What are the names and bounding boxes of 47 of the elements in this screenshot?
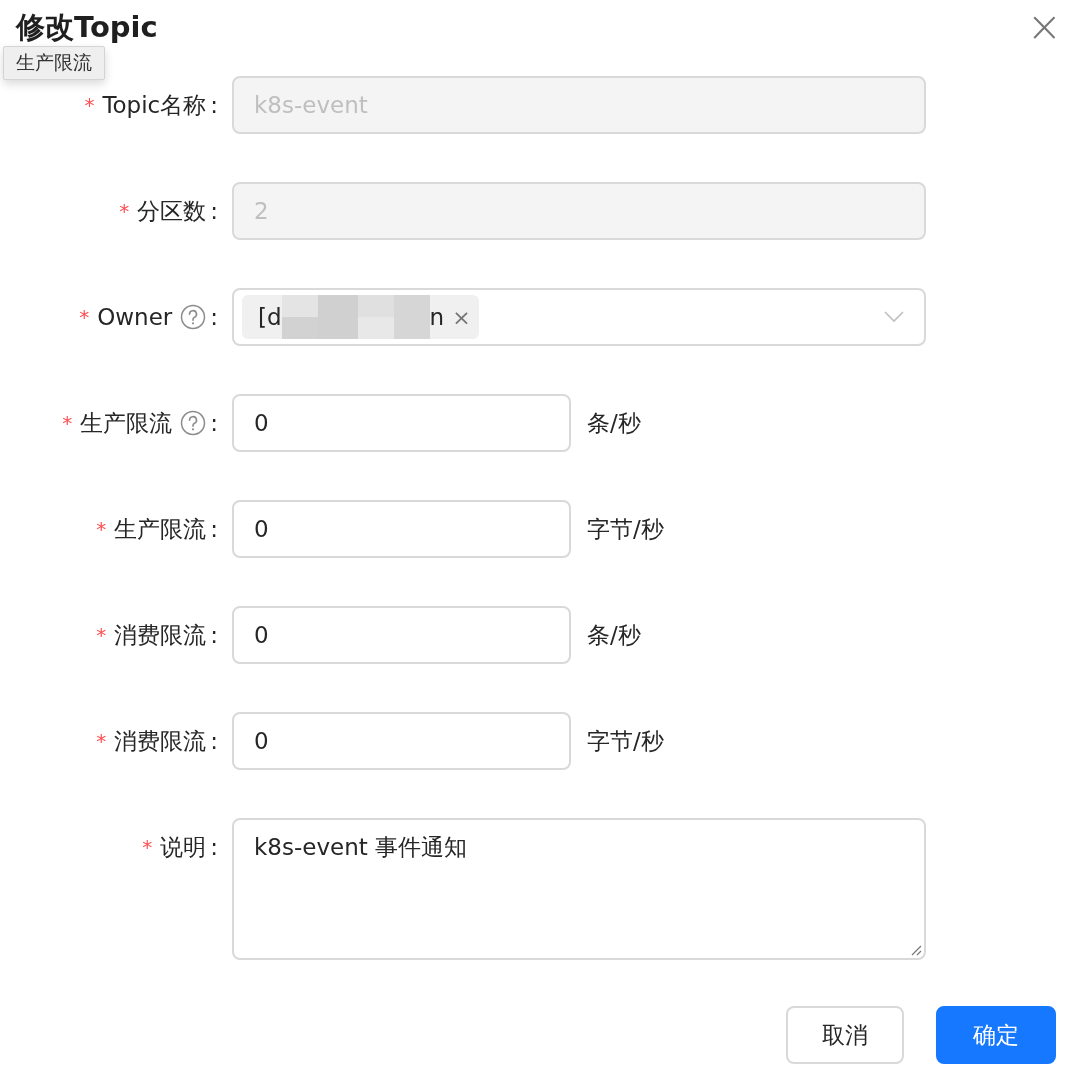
- label-colon: :: [210, 304, 218, 330]
- input-field[interactable]: 0: [232, 394, 571, 452]
- field-label: 说明: [160, 832, 207, 862]
- required-mark: *: [96, 517, 107, 541]
- required-mark: *: [142, 835, 153, 859]
- required-mark: *: [79, 305, 90, 329]
- help-icon[interactable]: [180, 304, 207, 330]
- field-label: Topic名称: [102, 90, 207, 120]
- field-label: 消费限流: [114, 620, 207, 650]
- unit-label: 条/秒: [587, 408, 641, 438]
- tag-text: n: [429, 304, 445, 330]
- required-mark: *: [62, 411, 73, 435]
- tag-text: [d: [258, 304, 282, 330]
- field-label: 生产限流: [114, 514, 207, 544]
- close-button[interactable]: ×: [1026, 6, 1062, 48]
- chevron-down-icon: [884, 311, 904, 323]
- resize-grip-icon[interactable]: [910, 944, 922, 956]
- textarea-value: k8s-event 事件通知: [254, 834, 468, 860]
- field-label: 分区数: [137, 196, 207, 226]
- label-colon: :: [210, 92, 218, 118]
- label-colon: :: [210, 516, 218, 542]
- label-colon: :: [210, 728, 218, 754]
- input-field[interactable]: 0: [232, 500, 571, 558]
- input-field[interactable]: 0: [232, 712, 571, 770]
- field-label: 消费限流: [114, 726, 207, 756]
- description-textarea[interactable]: k8s-event 事件通知: [232, 818, 926, 960]
- unit-label: 字节/秒: [587, 514, 664, 544]
- field-label: Owner: [97, 304, 173, 330]
- required-mark: *: [84, 93, 95, 117]
- dialog-title: 修改Topic: [16, 9, 158, 46]
- label-colon: :: [210, 834, 218, 860]
- input-field[interactable]: 0: [232, 606, 571, 664]
- tag-remove-button[interactable]: ×: [452, 304, 471, 330]
- required-mark: *: [119, 199, 130, 223]
- confirm-button[interactable]: 确定: [936, 1006, 1056, 1064]
- tooltip: 生产限流: [3, 46, 105, 80]
- field-label: 生产限流: [80, 408, 173, 438]
- label-colon: :: [210, 622, 218, 648]
- owner-select[interactable]: [d n ×: [232, 288, 926, 346]
- label-colon: :: [210, 198, 218, 224]
- unit-label: 字节/秒: [587, 726, 664, 756]
- required-mark: *: [96, 729, 107, 753]
- cancel-button[interactable]: 取消: [786, 1006, 904, 1064]
- unit-label: 条/秒: [587, 620, 641, 650]
- help-icon[interactable]: [180, 410, 207, 436]
- required-mark: *: [96, 623, 107, 647]
- label-colon: :: [210, 410, 218, 436]
